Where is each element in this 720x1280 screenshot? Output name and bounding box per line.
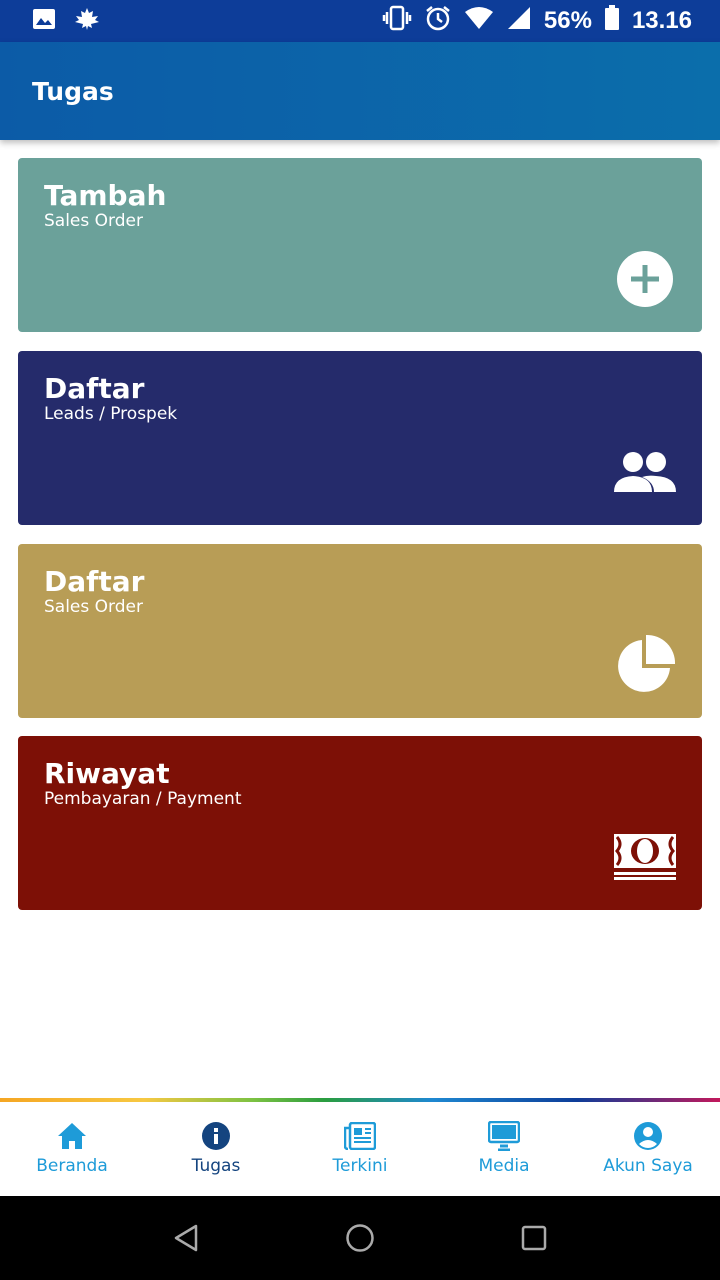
home-icon [56,1120,88,1152]
card-title: Tambah [44,179,167,212]
card-leads-list[interactable]: Daftar Leads / Prospek [18,351,702,525]
nav-label: Media [478,1156,530,1176]
nav-label: Akun Saya [603,1156,693,1176]
system-navigation-bar [0,1196,720,1280]
account-icon [632,1120,664,1152]
nav-terkini[interactable]: Terkini [288,1102,432,1196]
card-sales-order-list[interactable]: Daftar Sales Order [18,544,702,718]
status-bar: 56% 13.16 [0,0,720,42]
nav-label: Beranda [36,1156,108,1176]
card-add-sales-order[interactable]: Tambah Sales Order [18,158,702,332]
battery-text: 56% [543,7,592,34]
alarm-icon [424,5,452,38]
image-icon [32,8,56,34]
battery-icon [604,4,620,38]
plus-circle-icon [614,248,676,310]
app-bar: Tugas [0,42,720,140]
card-subtitle: Pembayaran / Payment [44,789,242,809]
nav-akun-saya[interactable]: Akun Saya [576,1102,720,1196]
back-icon[interactable] [162,1216,210,1260]
page-title: Tugas [32,76,114,106]
maple-leaf-icon [74,7,100,35]
recents-icon[interactable] [510,1216,558,1260]
vibrate-icon [382,5,412,38]
clock: 13.16 [631,7,692,34]
newspaper-icon [344,1120,376,1152]
signal-icon [506,6,532,37]
card-title: Daftar [44,565,145,598]
bottom-navigation: Beranda Tugas Terkini Media Akun Saya [0,1098,720,1196]
card-payment-history[interactable]: Riwayat Pembayaran / Payment [18,736,702,910]
nav-beranda[interactable]: Beranda [0,1102,144,1196]
card-title: Daftar [44,372,145,405]
card-subtitle: Leads / Prospek [44,404,178,424]
monitor-icon [488,1120,520,1152]
pie-chart-icon [614,634,676,696]
info-icon [200,1120,232,1152]
nav-label: Terkini [332,1156,388,1176]
card-title: Riwayat [44,757,170,790]
nav-media[interactable]: Media [432,1102,576,1196]
card-subtitle: Sales Order [44,211,143,231]
nav-label: Tugas [191,1156,241,1176]
people-icon [614,441,676,503]
wifi-icon [464,6,494,37]
money-icon [614,826,676,888]
nav-tugas[interactable]: Tugas [144,1102,288,1196]
card-subtitle: Sales Order [44,597,143,617]
home-circle-icon[interactable] [336,1216,384,1260]
